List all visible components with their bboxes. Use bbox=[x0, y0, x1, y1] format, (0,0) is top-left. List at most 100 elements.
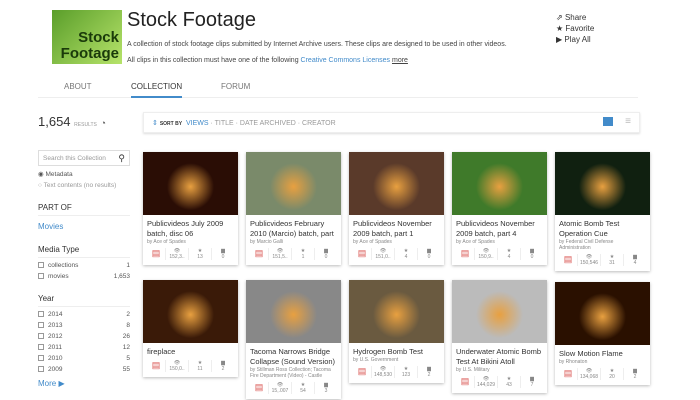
item-title[interactable]: fireplace bbox=[143, 343, 238, 357]
radio-metadata[interactable]: ◉ Metadata bbox=[38, 170, 130, 178]
film-icon: ▤ bbox=[151, 360, 161, 370]
tab-forum[interactable]: FORUM bbox=[221, 82, 250, 91]
checkbox[interactable] bbox=[38, 311, 44, 318]
item-thumbnail[interactable] bbox=[555, 152, 650, 215]
facet-count: 1,653 bbox=[113, 273, 130, 280]
sort-creator[interactable]: CREATOR bbox=[302, 120, 336, 127]
facet-count: 2 bbox=[126, 311, 130, 318]
license-link[interactable]: Creative Commons Licenses bbox=[301, 57, 390, 64]
item-card[interactable]: Publicvideos February 2010 (Marcio) batc… bbox=[246, 152, 341, 265]
sort-views[interactable]: VIEWS bbox=[186, 120, 209, 127]
facet-2014[interactable]: 2014 2 bbox=[38, 311, 130, 318]
sort-title[interactable]: TITLE bbox=[215, 120, 234, 127]
favorite-button[interactable]: ★ Favorite bbox=[556, 23, 594, 34]
item-thumbnail[interactable] bbox=[349, 280, 444, 343]
item-card[interactable]: Atomic Bomb Test Operation Cue by Federa… bbox=[555, 152, 650, 271]
item-title[interactable]: Underwater Atomic Bomb Test At Bikini At… bbox=[452, 343, 547, 367]
item-card[interactable]: Hydrogen Bomb Test by U.S. Government ▤ 👁… bbox=[349, 280, 444, 383]
item-card[interactable]: Publicvideos November 2009 batch, part 4… bbox=[452, 152, 547, 265]
share-button[interactable]: ⇗ Share bbox=[556, 12, 594, 23]
film-icon: ▤ bbox=[357, 248, 367, 258]
item-card[interactable]: Publicvideos November 2009 batch, part 1… bbox=[349, 152, 444, 265]
item-card[interactable]: fireplace ▤ 👁 150,0.. ★ 11 ▆ 2 bbox=[143, 280, 238, 377]
sort-date[interactable]: DATE ARCHIVED bbox=[240, 120, 296, 127]
item-thumbnail[interactable] bbox=[143, 152, 238, 215]
views-count: 150,0.. bbox=[169, 366, 185, 372]
item-card[interactable]: Underwater Atomic Bomb Test At Bikini At… bbox=[452, 280, 547, 393]
more-label: More bbox=[38, 379, 57, 388]
collection-search-input[interactable]: Search this Collection ⚲ bbox=[38, 150, 130, 166]
favorites-count: 54 bbox=[300, 388, 306, 394]
facet-2010[interactable]: 2010 5 bbox=[38, 355, 130, 362]
item-card[interactable]: Publicvideos July 2009 batch, disc 06 by… bbox=[143, 152, 238, 265]
tile-view-icon[interactable] bbox=[603, 117, 613, 126]
facet-collections[interactable]: collections 1 bbox=[38, 262, 130, 269]
facet-2012[interactable]: 2012 26 bbox=[38, 333, 130, 340]
sort-label: SORT BY bbox=[159, 121, 183, 127]
film-icon: ▤ bbox=[460, 376, 470, 386]
item-title[interactable]: Publicvideos November 2009 batch, part 4 bbox=[452, 215, 547, 239]
rss-icon[interactable]: ◔ bbox=[101, 118, 106, 128]
item-thumbnail[interactable] bbox=[143, 280, 238, 343]
item-thumbnail[interactable] bbox=[246, 280, 341, 343]
item-card[interactable]: Tacoma Narrows Bridge Collapse (Sound Ve… bbox=[246, 280, 341, 399]
movies-link[interactable]: Movies bbox=[38, 222, 130, 231]
item-title[interactable]: Slow Motion Flame bbox=[555, 345, 650, 359]
checkbox[interactable] bbox=[38, 344, 44, 351]
item-title[interactable]: Publicvideos November 2009 batch, part 1 bbox=[349, 215, 444, 239]
favorites-count: 4 bbox=[507, 254, 511, 260]
item-title[interactable]: Publicvideos February 2010 (Marcio) batc… bbox=[246, 215, 341, 239]
item-title[interactable]: Tacoma Narrows Bridge Collapse (Sound Ve… bbox=[246, 343, 341, 367]
facet-count: 55 bbox=[122, 366, 130, 373]
item-title[interactable]: Publicvideos July 2009 batch, disc 06 bbox=[143, 215, 238, 239]
film-icon: ▤ bbox=[254, 382, 264, 392]
item-title[interactable]: Hydrogen Bomb Test bbox=[349, 343, 444, 357]
media-type-heading: Media Type bbox=[38, 245, 130, 258]
item-thumbnail[interactable] bbox=[246, 152, 341, 215]
views-count: 144,029 bbox=[476, 382, 496, 388]
favorites-count: 1 bbox=[301, 254, 305, 260]
item-thumbnail[interactable] bbox=[452, 152, 547, 215]
checkbox[interactable] bbox=[38, 262, 44, 269]
facet-2009[interactable]: 2009 55 bbox=[38, 366, 130, 373]
tab-about[interactable]: ABOUT bbox=[64, 82, 92, 91]
item-stats: ▤ 👁 152,3.. ★ 13 ▆ 0 bbox=[143, 245, 238, 265]
sidebar: Search this Collection ⚲ ◉ Metadata ○ Tex… bbox=[38, 150, 130, 388]
facet-movies[interactable]: movies 1,653 bbox=[38, 273, 130, 280]
checkbox[interactable] bbox=[38, 355, 44, 362]
checkbox[interactable] bbox=[38, 322, 44, 329]
search-icon[interactable]: ⚲ bbox=[118, 153, 125, 164]
results-label: RESULTS bbox=[74, 122, 97, 128]
item-stats: ▤ 👁 148,530 ★ 123 ▆ 2 bbox=[349, 363, 444, 383]
checkbox[interactable] bbox=[38, 273, 44, 280]
more-link[interactable]: more bbox=[392, 57, 408, 64]
facet-count: 8 bbox=[126, 322, 130, 329]
list-view-icon[interactable]: ≡ bbox=[625, 116, 631, 127]
checkbox[interactable] bbox=[38, 366, 44, 373]
comments-count: 4 bbox=[633, 260, 637, 266]
item-thumbnail[interactable] bbox=[349, 152, 444, 215]
facet-label: collections bbox=[48, 262, 79, 269]
tab-collection[interactable]: COLLECTION bbox=[131, 82, 183, 98]
share-label: Share bbox=[564, 13, 587, 22]
favorites-count: 43 bbox=[506, 382, 512, 388]
facet-2011[interactable]: 2011 12 bbox=[38, 344, 130, 351]
views-count: 148,530 bbox=[373, 372, 393, 378]
more-years-link[interactable]: More ▶ bbox=[38, 379, 130, 388]
item-thumbnail[interactable] bbox=[555, 282, 650, 345]
radio-text-contents[interactable]: ○ Text contents (no results) bbox=[38, 182, 130, 189]
item-thumbnail[interactable] bbox=[452, 280, 547, 343]
item-stats: ▤ 👁 150,0.. ★ 11 ▆ 2 bbox=[143, 357, 238, 377]
views-count: 15,.007 bbox=[271, 388, 289, 394]
checkbox[interactable] bbox=[38, 333, 44, 340]
item-title[interactable]: Atomic Bomb Test Operation Cue bbox=[555, 215, 650, 239]
play-all-button[interactable]: ▶ Play All bbox=[556, 34, 594, 45]
search-placeholder: Search this Collection bbox=[43, 155, 106, 162]
favorites-count: 31 bbox=[609, 260, 615, 266]
facet-2013[interactable]: 2013 8 bbox=[38, 322, 130, 329]
results-number: 1,654 bbox=[38, 114, 71, 129]
actions: ⇗ Share ★ Favorite ▶ Play All bbox=[556, 12, 594, 45]
share-icon: ⇗ bbox=[556, 13, 563, 22]
item-card[interactable]: Slow Motion Flame by Rhonaton ▤ 👁 134,068 ★… bbox=[555, 282, 650, 385]
item-stats: ▤ 👁 134,068 ★ 20 ▆ 2 bbox=[555, 365, 650, 385]
